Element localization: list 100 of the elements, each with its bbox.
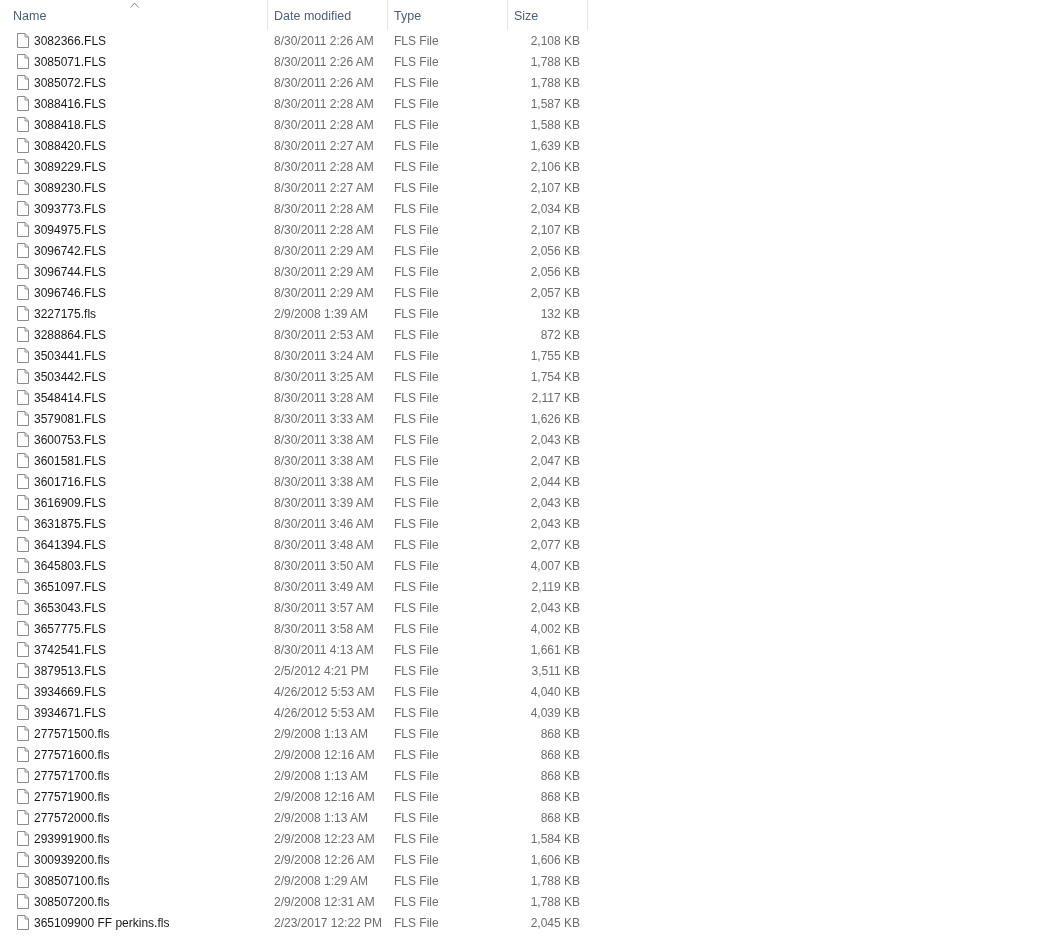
date-modified: 8/30/2011 3:33 AM xyxy=(273,410,375,428)
file-size: 868 KB xyxy=(539,725,581,743)
file-name[interactable]: 3601716.FLS xyxy=(34,472,107,491)
file-type: FLS File xyxy=(393,851,440,869)
file-name[interactable]: 3227175.fls xyxy=(34,304,97,323)
file-icon xyxy=(17,789,29,804)
file-name[interactable]: 3548414.FLS xyxy=(34,388,107,407)
file-size: 1,788 KB xyxy=(529,53,581,71)
file-name[interactable]: 300939200.fls xyxy=(34,850,110,869)
file-type: FLS File xyxy=(393,536,440,554)
date-modified: 8/30/2011 2:28 AM xyxy=(273,95,375,113)
file-size: 2,117 KB xyxy=(530,389,581,407)
file-name[interactable]: 3082366.FLS xyxy=(34,31,107,50)
file-name[interactable]: 277572000.fls xyxy=(34,808,110,827)
file-type: FLS File xyxy=(393,389,440,407)
file-icon xyxy=(17,180,29,195)
file-name[interactable]: 3288864.FLS xyxy=(34,325,107,344)
file-name[interactable]: 3579081.FLS xyxy=(34,409,107,428)
file-size: 1,626 KB xyxy=(529,410,581,428)
file-name[interactable]: 277571500.fls xyxy=(34,724,110,743)
file-name[interactable]: 3096744.FLS xyxy=(34,262,107,281)
file-size: 2,047 KB xyxy=(529,452,581,470)
file-name[interactable]: 3934671.FLS xyxy=(34,703,107,722)
file-size: 4,040 KB xyxy=(529,683,581,701)
file-size: 868 KB xyxy=(539,809,581,827)
file-type: FLS File xyxy=(393,914,440,932)
file-name[interactable]: 3742541.FLS xyxy=(34,640,107,659)
file-size: 2,043 KB xyxy=(529,431,581,449)
file-name[interactable]: 308507100.fls xyxy=(34,871,110,890)
file-name[interactable]: 3600753.FLS xyxy=(34,430,107,449)
date-modified: 8/30/2011 3:57 AM xyxy=(273,599,375,617)
file-icon xyxy=(17,621,29,636)
date-modified: 8/30/2011 3:46 AM xyxy=(273,515,375,533)
file-type: FLS File xyxy=(393,473,440,491)
file-name[interactable]: 3096746.FLS xyxy=(34,283,107,302)
date-modified: 8/30/2011 2:28 AM xyxy=(273,158,375,176)
file-type: FLS File xyxy=(393,557,440,575)
file-name[interactable]: 277571600.fls xyxy=(34,745,110,764)
file-type: FLS File xyxy=(393,767,440,785)
date-modified: 8/30/2011 3:49 AM xyxy=(273,578,375,596)
file-size: 2,045 KB xyxy=(529,914,581,932)
file-name[interactable]: 3934669.FLS xyxy=(34,682,107,701)
column-header[interactable]: Type xyxy=(388,0,508,30)
file-name[interactable]: 3653043.FLS xyxy=(34,598,107,617)
date-modified: 8/30/2011 3:38 AM xyxy=(273,431,375,449)
date-modified: 8/30/2011 3:58 AM xyxy=(273,620,375,638)
file-size: 3,511 KB xyxy=(530,662,581,680)
file-name[interactable]: 3089230.FLS xyxy=(34,178,107,197)
date-modified: 8/30/2011 2:29 AM xyxy=(273,242,375,260)
file-type: FLS File xyxy=(393,452,440,470)
file-icon xyxy=(17,159,29,174)
file-name[interactable]: 3503441.FLS xyxy=(34,346,107,365)
file-name[interactable]: 3616909.FLS xyxy=(34,493,107,512)
file-name[interactable]: 3094975.FLS xyxy=(34,220,107,239)
file-type: FLS File xyxy=(393,599,440,617)
file-type: FLS File xyxy=(393,725,440,743)
file-name[interactable]: 3879513.FLS xyxy=(34,661,107,680)
file-size: 132 KB xyxy=(539,305,581,323)
file-size: 868 KB xyxy=(539,746,581,764)
file-type: FLS File xyxy=(393,305,440,323)
file-name[interactable]: 3093773.FLS xyxy=(34,199,107,218)
file-name[interactable]: 3085071.FLS xyxy=(34,52,107,71)
file-name[interactable]: 3088418.FLS xyxy=(34,115,107,134)
file-name[interactable]: 3503442.FLS xyxy=(34,367,107,386)
file-name[interactable]: 293991900.fls xyxy=(34,829,110,848)
file-icon xyxy=(17,831,29,846)
file-name[interactable]: 277571700.fls xyxy=(34,766,110,785)
file-size: 1,788 KB xyxy=(529,74,581,92)
file-name[interactable]: 3631875.FLS xyxy=(34,514,107,533)
file-icon xyxy=(17,474,29,489)
file-name[interactable]: 3089229.FLS xyxy=(34,157,107,176)
file-name[interactable]: 3651097.FLS xyxy=(34,577,107,596)
file-icon xyxy=(17,54,29,69)
file-name[interactable]: 3641394.FLS xyxy=(34,535,107,554)
file-name[interactable]: 3088416.FLS xyxy=(34,94,107,113)
file-name[interactable]: 365109900 FF perkins.fls xyxy=(34,913,170,932)
file-icon xyxy=(17,453,29,468)
date-modified: 2/9/2008 1:13 AM xyxy=(273,725,370,743)
file-name[interactable]: 3096742.FLS xyxy=(34,241,107,260)
date-modified: 4/26/2012 5:53 AM xyxy=(273,683,376,701)
file-type: FLS File xyxy=(393,116,440,134)
file-icon xyxy=(17,873,29,888)
file-name[interactable]: 277571900.fls xyxy=(34,787,110,806)
file-name[interactable]: 3645803.FLS xyxy=(34,556,107,575)
file-size: 2,108 KB xyxy=(529,32,581,50)
date-modified: 8/30/2011 3:38 AM xyxy=(273,452,375,470)
file-icon xyxy=(17,306,29,321)
file-size: 4,039 KB xyxy=(529,704,581,722)
file-name[interactable]: 3085072.FLS xyxy=(34,73,107,92)
file-size: 2,043 KB xyxy=(529,494,581,512)
column-header[interactable]: Name xyxy=(0,0,268,30)
column-header[interactable]: Size xyxy=(508,0,588,30)
file-name[interactable]: 3601581.FLS xyxy=(34,451,107,470)
file-name[interactable]: 308507200.fls xyxy=(34,892,110,911)
file-icon xyxy=(17,222,29,237)
file-name[interactable]: 3657775.FLS xyxy=(34,619,107,638)
file-icon xyxy=(17,117,29,132)
date-modified: 8/30/2011 2:53 AM xyxy=(273,326,375,344)
file-name[interactable]: 3088420.FLS xyxy=(34,136,107,155)
column-header[interactable]: Date modified xyxy=(268,0,388,30)
